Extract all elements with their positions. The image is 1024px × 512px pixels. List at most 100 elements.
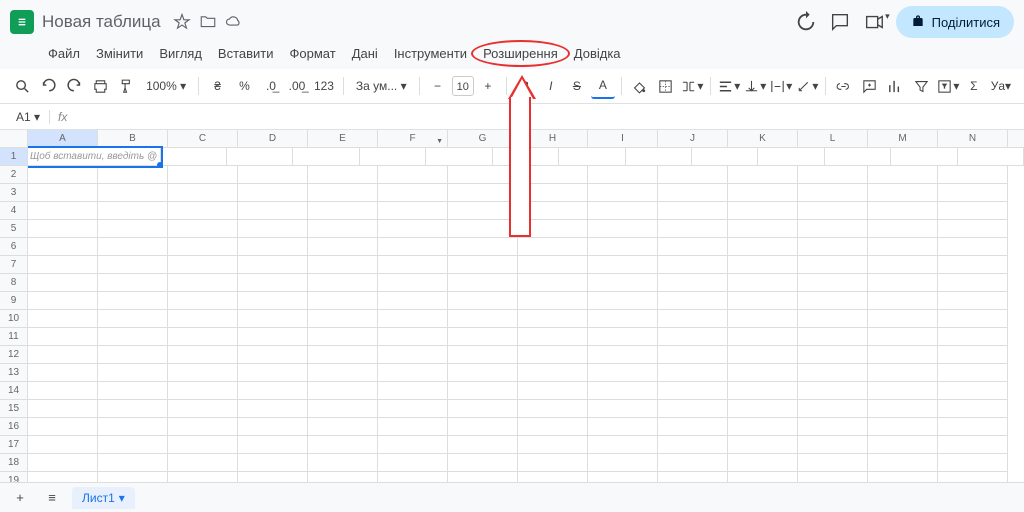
cell[interactable] — [798, 382, 868, 400]
cell[interactable] — [518, 346, 588, 364]
cell[interactable] — [98, 454, 168, 472]
cell[interactable] — [308, 400, 378, 418]
cell[interactable] — [98, 238, 168, 256]
cell[interactable] — [168, 436, 238, 454]
filter-views-icon[interactable]: ▾ — [936, 73, 960, 99]
font-select[interactable]: За ум... ▾ — [350, 79, 413, 93]
cell[interactable] — [658, 220, 728, 238]
cell[interactable] — [448, 184, 518, 202]
cell[interactable] — [868, 436, 938, 454]
cell[interactable] — [798, 184, 868, 202]
cell[interactable] — [658, 292, 728, 310]
cell[interactable] — [518, 238, 588, 256]
cell[interactable] — [518, 418, 588, 436]
cell[interactable] — [938, 274, 1008, 292]
cell[interactable] — [658, 184, 728, 202]
dec-decimal-icon[interactable]: .0̲ — [259, 73, 283, 99]
cell[interactable] — [378, 274, 448, 292]
cell[interactable] — [448, 454, 518, 472]
cell[interactable] — [308, 454, 378, 472]
row-header[interactable]: 11 — [0, 328, 27, 346]
cell[interactable] — [238, 292, 308, 310]
col-header[interactable]: J — [658, 130, 728, 147]
cell[interactable] — [28, 292, 98, 310]
menu-extensions[interactable]: Розширення — [477, 44, 564, 63]
cell[interactable] — [360, 148, 426, 166]
paint-format-icon[interactable] — [114, 73, 138, 99]
cell[interactable] — [308, 418, 378, 436]
cell[interactable] — [588, 202, 658, 220]
cell[interactable] — [728, 454, 798, 472]
cell[interactable] — [728, 184, 798, 202]
add-sheet-icon[interactable]: + — [8, 486, 32, 510]
cell[interactable] — [448, 328, 518, 346]
cell[interactable] — [588, 274, 658, 292]
comment-icon[interactable] — [829, 11, 851, 33]
cell[interactable] — [728, 238, 798, 256]
cell[interactable] — [798, 310, 868, 328]
cell[interactable] — [308, 238, 378, 256]
cell[interactable] — [28, 364, 98, 382]
sheet-tab[interactable]: Лист1 ▾ — [72, 487, 135, 509]
cell[interactable] — [98, 166, 168, 184]
row-header[interactable]: 7 — [0, 256, 27, 274]
cell[interactable] — [868, 454, 938, 472]
cell[interactable] — [728, 292, 798, 310]
cell[interactable] — [378, 364, 448, 382]
cloud-status-icon[interactable] — [225, 13, 243, 31]
cell[interactable] — [168, 454, 238, 472]
row-header[interactable]: 3 — [0, 184, 27, 202]
cell[interactable] — [238, 274, 308, 292]
cell[interactable] — [798, 166, 868, 184]
cell[interactable] — [938, 346, 1008, 364]
cell[interactable] — [28, 202, 98, 220]
cell[interactable] — [518, 184, 588, 202]
italic-icon[interactable]: I — [539, 73, 563, 99]
cell[interactable] — [588, 328, 658, 346]
cell[interactable] — [448, 238, 518, 256]
cell[interactable] — [728, 418, 798, 436]
cell[interactable] — [518, 364, 588, 382]
cell[interactable] — [493, 148, 559, 166]
row-header[interactable]: 5 — [0, 220, 27, 238]
cell[interactable] — [728, 220, 798, 238]
cell[interactable] — [658, 256, 728, 274]
cell[interactable] — [448, 202, 518, 220]
cell[interactable] — [798, 454, 868, 472]
bold-icon[interactable]: B — [513, 73, 537, 99]
halign-icon[interactable]: ▾ — [717, 73, 741, 99]
cell[interactable] — [448, 382, 518, 400]
cell[interactable] — [308, 184, 378, 202]
cell[interactable] — [308, 166, 378, 184]
cell[interactable] — [168, 166, 238, 184]
cell[interactable] — [448, 400, 518, 418]
cell[interactable] — [98, 436, 168, 454]
cell[interactable] — [448, 346, 518, 364]
menu-tools[interactable]: Інструменти — [388, 44, 473, 63]
cell[interactable] — [588, 238, 658, 256]
cell[interactable] — [293, 148, 359, 166]
cell[interactable] — [28, 220, 98, 238]
cell[interactable] — [559, 148, 625, 166]
cell[interactable] — [938, 256, 1008, 274]
cell[interactable] — [238, 454, 308, 472]
row-header[interactable]: 1 — [0, 148, 27, 166]
cell[interactable] — [168, 274, 238, 292]
fill-color-icon[interactable] — [628, 73, 652, 99]
cell[interactable] — [28, 328, 98, 346]
cell[interactable] — [938, 202, 1008, 220]
menu-file[interactable]: Файл — [42, 44, 86, 63]
cell[interactable] — [588, 382, 658, 400]
cell[interactable] — [238, 328, 308, 346]
dec-fontsize-icon[interactable]: − — [426, 73, 450, 99]
cell[interactable] — [868, 184, 938, 202]
zoom-select[interactable]: 100% ▾ — [140, 79, 192, 93]
cell[interactable] — [518, 220, 588, 238]
history-icon[interactable] — [795, 11, 817, 33]
inc-decimal-icon[interactable]: .00̲ — [285, 73, 309, 99]
filter-icon[interactable] — [910, 73, 934, 99]
cell[interactable] — [938, 292, 1008, 310]
cell[interactable] — [728, 166, 798, 184]
cell[interactable] — [168, 238, 238, 256]
cell[interactable] — [448, 364, 518, 382]
